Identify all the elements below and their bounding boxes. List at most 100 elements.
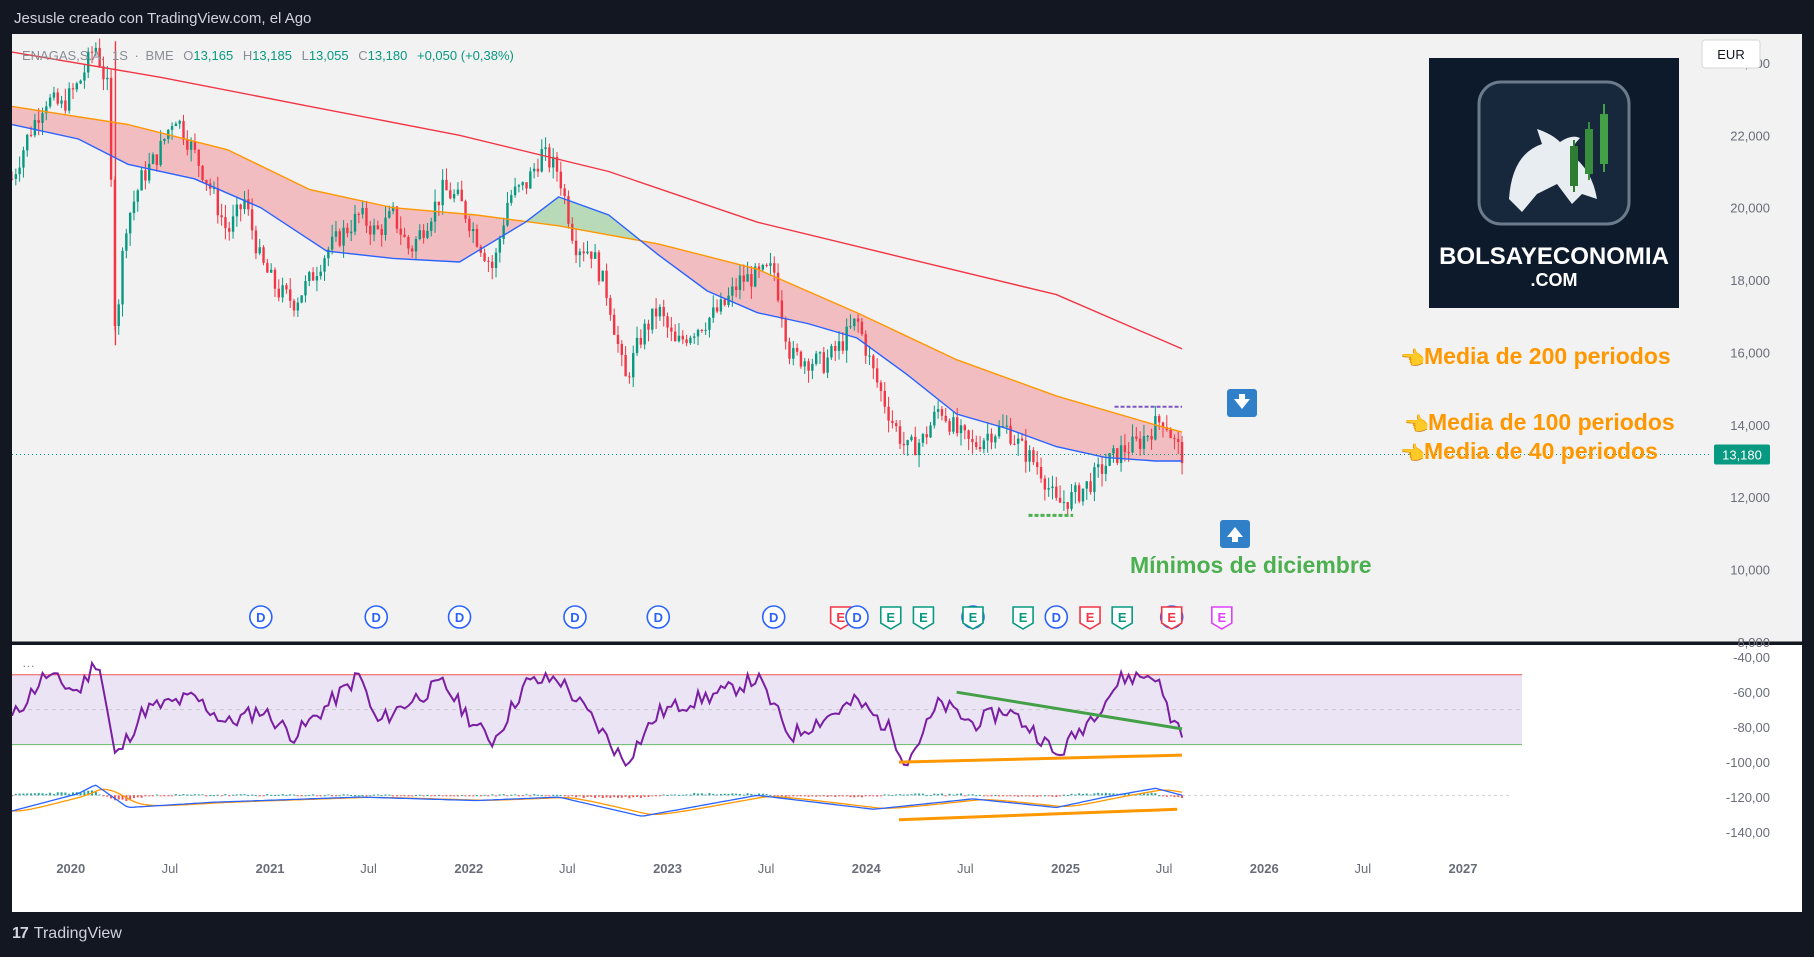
macd-histogram-bar (895, 794, 898, 796)
time-axis-label: Jul (360, 861, 377, 876)
macd-histogram-bar (342, 794, 345, 796)
candle-body (933, 411, 936, 426)
macd-histogram-bar (815, 795, 818, 797)
macd-histogram-bar (1104, 792, 1107, 796)
candle-body (464, 201, 467, 219)
macd-histogram-bar (14, 793, 17, 796)
macd-histogram-bar (254, 794, 257, 796)
macd-histogram-bar (780, 795, 783, 797)
macd-histogram-bar (171, 795, 174, 797)
candle-body (689, 337, 692, 344)
candle-body (746, 274, 749, 282)
macd-histogram-bar (517, 795, 520, 797)
macd-histogram-bar (140, 795, 143, 798)
bottom-bar (0, 912, 1814, 957)
candle-body (475, 228, 479, 247)
macd-histogram-bar (914, 793, 917, 796)
candle-body (952, 417, 955, 432)
tradingview-brand[interactable]: 17 TradingView (12, 925, 122, 943)
macd-histogram-bar (594, 795, 597, 798)
macd-histogram-bar (967, 794, 970, 796)
indicator-axis-label: -60,00 (1733, 685, 1770, 700)
macd-histogram-bar (212, 795, 215, 797)
macd-histogram-bar (636, 795, 639, 797)
time-axis-label: 2024 (852, 861, 882, 876)
candle-body (140, 170, 143, 191)
candle-body (159, 140, 162, 165)
macd-histogram-bar (933, 793, 936, 796)
candle-body (673, 331, 677, 342)
macd-histogram-bar (982, 795, 985, 797)
indicator-menu-dots[interactable]: … (22, 655, 35, 670)
candle-body (837, 341, 841, 351)
candle-body (1127, 452, 1130, 454)
macd-histogram-bar (784, 795, 787, 797)
chart-area[interactable]: 13,180 DDDDDDEDEEDEEDEEDEE 24,00022,0002… (12, 34, 1802, 912)
candle-body (460, 189, 463, 202)
candle-body (765, 264, 768, 266)
macd-histogram-bar (232, 794, 235, 796)
time-axis-label: Jul (957, 861, 974, 876)
candle-body (83, 72, 86, 81)
macd-histogram-bar (30, 793, 33, 796)
candle-body (635, 337, 639, 354)
candle-body (681, 335, 684, 340)
high-label: H (243, 48, 252, 63)
candle-body (456, 189, 460, 195)
candle-body (365, 207, 368, 226)
candle-body (289, 289, 292, 301)
candle-body (525, 182, 528, 189)
candle-body (262, 247, 265, 263)
candle-body (994, 436, 997, 443)
macd-histogram-bar (45, 793, 48, 796)
candle-body (12, 178, 14, 180)
candle-body (1013, 443, 1016, 445)
macd-histogram-bar (571, 795, 574, 797)
macd-histogram-bar (937, 794, 940, 796)
macd-histogram-bar (18, 793, 21, 796)
candle-body (1142, 436, 1146, 449)
candle-body (216, 188, 220, 216)
candle-body (910, 436, 913, 441)
macd-histogram-bar (258, 795, 261, 797)
macd-histogram-bar (174, 794, 177, 796)
macd-histogram-bar (605, 795, 608, 798)
candle-body (978, 447, 982, 450)
candle-body (254, 230, 258, 254)
chart-svg[interactable]: 13,180 DDDDDDEDEEDEEDEEDEE 24,00022,0002… (12, 34, 1802, 912)
macd-histogram-bar (811, 795, 814, 797)
candle-body (445, 179, 448, 191)
candle-body (830, 346, 833, 358)
macd-histogram-bar (1150, 792, 1153, 796)
candle-body (1131, 436, 1134, 453)
candle-body (666, 316, 669, 328)
macd-histogram-bar (1146, 793, 1149, 796)
candle-body (266, 262, 269, 273)
macd-histogram-bar (163, 795, 166, 797)
time-axis-bg (12, 846, 1802, 912)
macd-histogram-bar (395, 795, 398, 797)
macd-histogram-bar (449, 795, 452, 797)
candle-body (845, 326, 848, 351)
macd-histogram-bar (26, 793, 29, 796)
macd-histogram-bar (426, 794, 429, 796)
candle-body (925, 434, 928, 438)
macd-histogram-bar (338, 795, 341, 797)
candle-body (418, 230, 422, 240)
candle-body (1173, 438, 1176, 440)
macd-histogram-bar (902, 794, 905, 796)
event-marker-letter: D (654, 610, 663, 625)
macd-histogram-bar (792, 795, 795, 797)
macd-histogram-bar (891, 795, 894, 797)
price-axis-label: 8,000 (1737, 635, 1770, 650)
candle-body (258, 247, 261, 254)
macd-histogram-bar (52, 793, 55, 796)
macd-histogram-bar (1093, 793, 1096, 796)
pointing-hand-icon: 👈 (1400, 347, 1425, 370)
macd-histogram-bar (1074, 794, 1077, 796)
candle-body (269, 269, 273, 273)
event-marker-letter: E (836, 610, 845, 625)
macd-histogram-bar (1154, 793, 1157, 796)
macd-histogram-bar (1005, 795, 1008, 797)
december-lows-annotation: Mínimos de diciembre (1130, 552, 1372, 578)
